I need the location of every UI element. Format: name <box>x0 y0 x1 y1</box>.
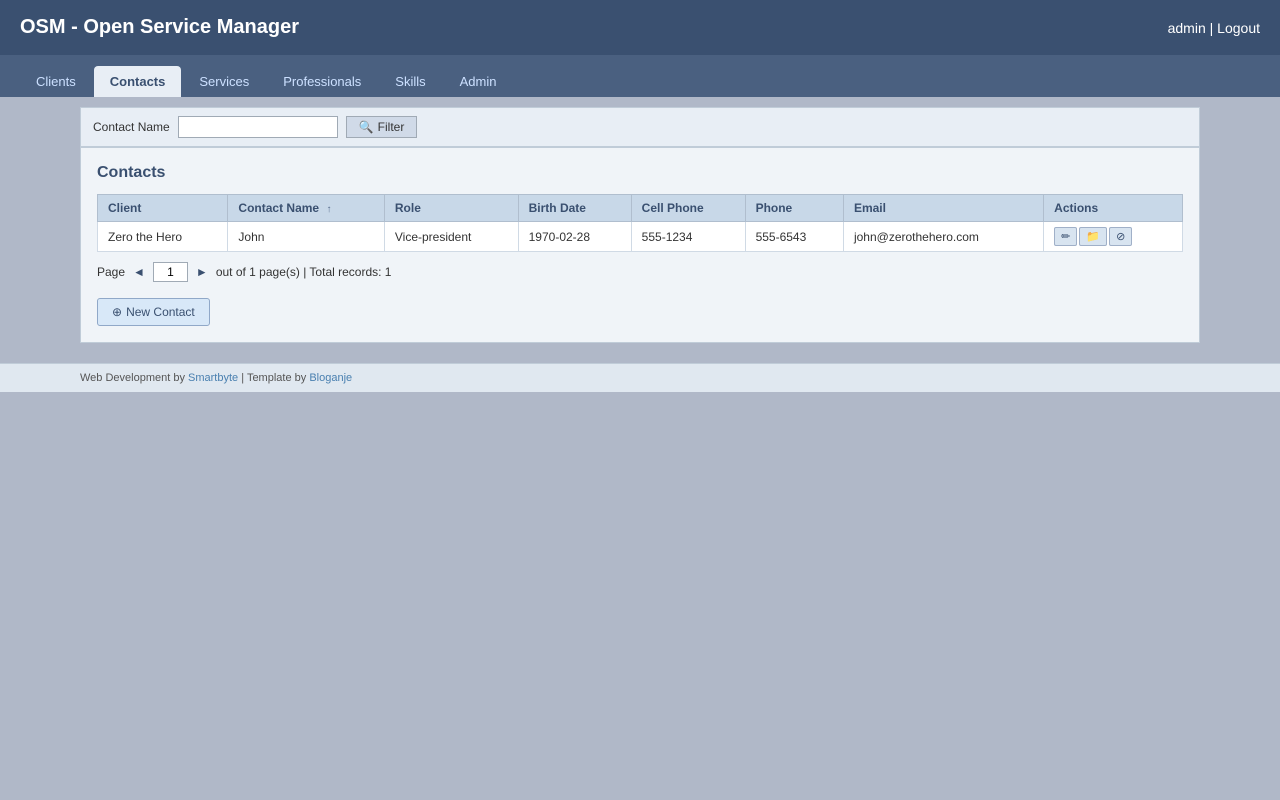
new-contact-label: New Contact <box>126 305 195 319</box>
cell-client: Zero the Hero <box>98 222 228 252</box>
plus-icon: ⊕ <box>112 305 122 319</box>
tab-clients[interactable]: Clients <box>20 66 92 97</box>
table-header-row: Client Contact Name ↑ Role Birth Date Ce… <box>98 195 1183 222</box>
footer: Web Development by Smartbyte | Template … <box>0 363 1280 392</box>
header: OSM - Open Service Manager admin | Logou… <box>0 0 1280 55</box>
view-button[interactable]: 📁 <box>1079 227 1107 246</box>
user-info: admin | Logout <box>1168 20 1260 36</box>
total-pages-text: out of 1 page(s) | Total records: 1 <box>216 265 392 279</box>
nav: Clients Contacts Services Professionals … <box>0 55 1280 97</box>
smartbyte-link[interactable]: Smartbyte <box>188 372 238 384</box>
cell-contact_name: John <box>228 222 384 252</box>
contact-name-input[interactable] <box>178 116 338 138</box>
cell-actions: ✏📁⊘ <box>1044 222 1183 252</box>
page-number-input[interactable] <box>153 262 188 282</box>
delete-button[interactable]: ⊘ <box>1109 227 1132 246</box>
prev-page-button[interactable]: ◄ <box>131 265 147 279</box>
contacts-title: Contacts <box>97 164 1183 182</box>
col-role: Role <box>384 195 518 222</box>
edit-button[interactable]: ✏ <box>1054 227 1077 246</box>
cell-email: john@zerothehero.com <box>843 222 1043 252</box>
tab-services[interactable]: Services <box>183 66 265 97</box>
contacts-tbody: Zero the HeroJohnVice-president1970-02-2… <box>98 222 1183 252</box>
bloganje-link[interactable]: Bloganje <box>309 372 352 384</box>
logout-link[interactable]: Logout <box>1217 20 1260 36</box>
col-actions: Actions <box>1044 195 1183 222</box>
tab-contacts[interactable]: Contacts <box>94 66 182 97</box>
main-wrapper: Contact Name 🔍 Filter Contacts Client Co… <box>0 97 1280 353</box>
app-title: OSM - Open Service Manager <box>20 16 299 39</box>
search-icon: 🔍 <box>359 120 374 134</box>
col-birth-date: Birth Date <box>518 195 631 222</box>
col-cell-phone: Cell Phone <box>631 195 745 222</box>
col-email: Email <box>843 195 1043 222</box>
col-client: Client <box>98 195 228 222</box>
cell-role: Vice-president <box>384 222 518 252</box>
table-row: Zero the HeroJohnVice-president1970-02-2… <box>98 222 1183 252</box>
cell-cell_phone: 555-1234 <box>631 222 745 252</box>
col-contact-name[interactable]: Contact Name ↑ <box>228 195 384 222</box>
filter-bar: Contact Name 🔍 Filter <box>80 107 1200 147</box>
filter-button-label: Filter <box>378 120 405 134</box>
username: admin <box>1168 20 1206 36</box>
next-page-button[interactable]: ► <box>194 265 210 279</box>
cell-phone: 555-6543 <box>745 222 843 252</box>
tab-admin[interactable]: Admin <box>444 66 513 97</box>
footer-text-before-smartbyte: Web Development by <box>80 372 188 384</box>
filter-button[interactable]: 🔍 Filter <box>346 116 418 138</box>
pagination: Page ◄ ► out of 1 page(s) | Total record… <box>97 262 1183 282</box>
tab-professionals[interactable]: Professionals <box>267 66 377 97</box>
new-contact-button[interactable]: ⊕ New Contact <box>97 298 210 326</box>
page-label: Page <box>97 265 125 279</box>
contacts-section: Contacts Client Contact Name ↑ Role Birt… <box>80 147 1200 343</box>
contact-name-label: Contact Name <box>93 120 170 134</box>
tab-skills[interactable]: Skills <box>379 66 441 97</box>
sort-icon: ↑ <box>326 204 331 215</box>
col-phone: Phone <box>745 195 843 222</box>
contacts-table: Client Contact Name ↑ Role Birth Date Ce… <box>97 194 1183 252</box>
cell-birth_date: 1970-02-28 <box>518 222 631 252</box>
footer-text-before-bloganje: | Template by <box>238 372 309 384</box>
